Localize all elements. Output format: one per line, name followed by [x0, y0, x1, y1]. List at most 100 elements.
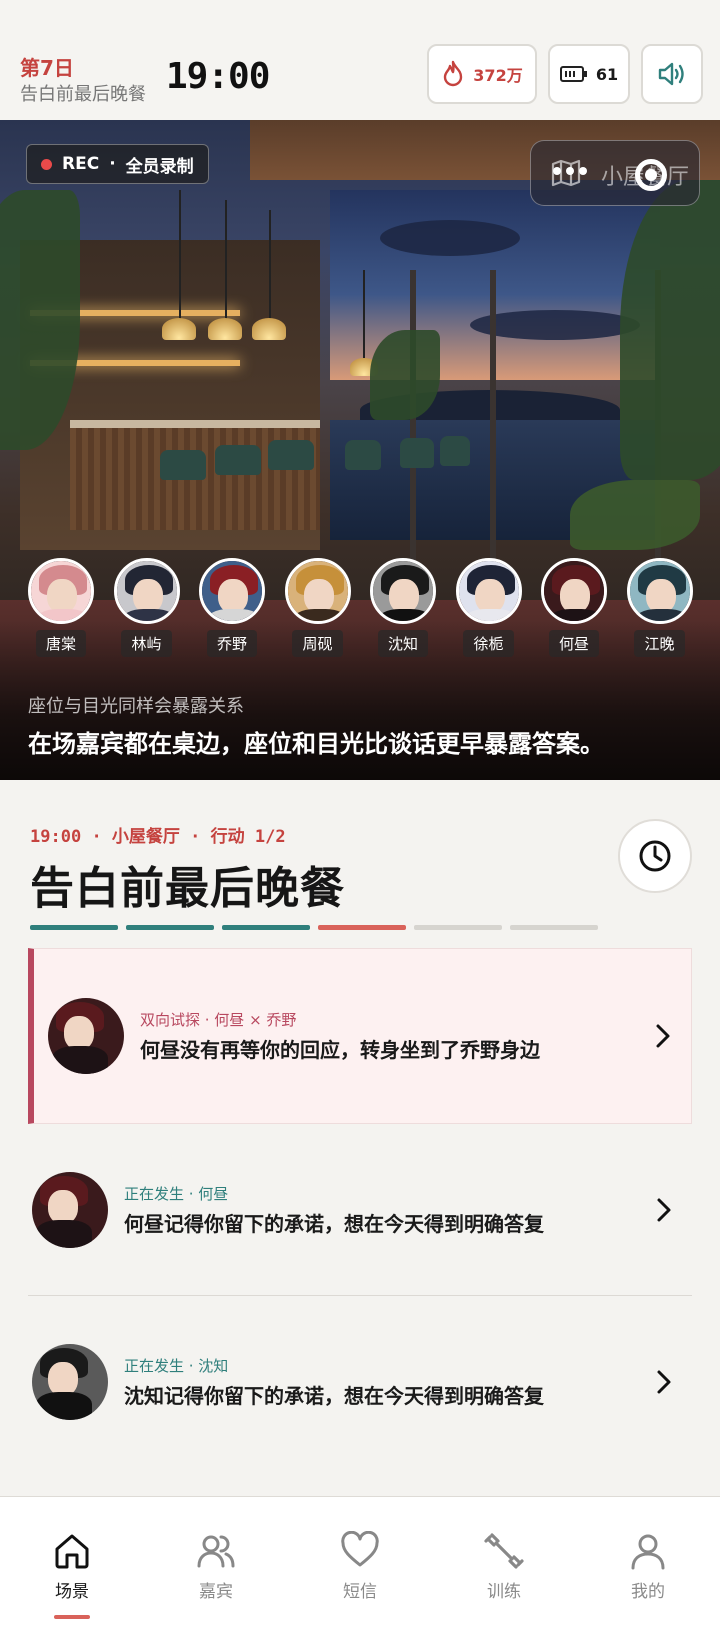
guest-name: 唐棠 — [35, 630, 86, 657]
progress-segment — [222, 925, 310, 930]
guest-avatar[interactable]: 林屿 — [112, 558, 182, 657]
progress-segment — [318, 925, 406, 930]
avatar — [199, 558, 265, 624]
nav-tab-guests[interactable]: 嘉宾 — [144, 1497, 288, 1629]
event-description: 沈知记得你留下的承诺，想在今天得到明确答复 — [124, 1384, 544, 1408]
avatar-face — [48, 1362, 78, 1396]
guest-avatar[interactable]: 江晚 — [625, 558, 695, 657]
event-description: 何昼没有再等你的回应，转身坐到了乔野身边 — [140, 1038, 540, 1062]
guest-avatar[interactable]: 乔野 — [197, 558, 267, 657]
avatar-body — [36, 1219, 92, 1248]
avatar-face — [474, 579, 505, 613]
progress-segment — [30, 925, 118, 930]
pendant-lamp — [252, 318, 286, 340]
avatar-body — [36, 1392, 92, 1420]
event-text: 双向试探 · 何昼 × 乔野 何昼没有再等你的回应，转身坐到了乔野身边 — [140, 1009, 643, 1063]
avatar — [32, 1171, 108, 1248]
clock-icon — [639, 840, 671, 872]
avatar — [32, 1344, 108, 1420]
avatar-face — [560, 579, 590, 613]
sound-toggle[interactable] — [641, 44, 703, 104]
battery-value: 61 — [595, 64, 619, 84]
user-icon — [631, 1534, 665, 1570]
chevron-right-icon — [643, 1016, 683, 1056]
avatar — [541, 558, 607, 624]
dumbbell-icon — [484, 1533, 524, 1569]
guest-avatar[interactable]: 周砚 — [283, 558, 353, 657]
scene-time: 19:00 — [30, 827, 82, 847]
nav-label: 短信 — [343, 1582, 377, 1602]
avatar — [48, 998, 124, 1074]
action-progress-bar — [30, 925, 598, 930]
avatar-body — [35, 609, 91, 621]
nav-tab-profile[interactable]: 我的 — [576, 1497, 720, 1629]
avatar-face — [303, 579, 334, 613]
nav-label: 我的 — [631, 1582, 665, 1602]
scene-hero: REC · 全员录制 小屋餐厅 唐棠 林屿 乔野 周砚 沈知 徐栀 何昼 江晚 座位与目光同样… — [0, 120, 720, 780]
dining-chair — [400, 438, 434, 468]
avatar-face — [645, 579, 676, 613]
plant — [570, 480, 700, 550]
pendant-lamp — [208, 318, 242, 340]
avatar-face — [47, 579, 77, 613]
more-dots-icon — [553, 167, 587, 175]
battery-button[interactable]: 61 — [548, 44, 630, 104]
guest-avatar[interactable]: 唐棠 — [26, 558, 96, 657]
bar-stool — [215, 445, 261, 475]
event-description: 何昼记得你留下的承诺，想在今天得到明确答复 — [124, 1211, 544, 1236]
rec-separator: · — [109, 154, 116, 174]
avatar-body — [120, 609, 177, 621]
event-tag: 正在发生 · 沈知 — [124, 1357, 229, 1375]
lamp-cord — [363, 270, 365, 360]
rec-label: REC — [62, 154, 100, 174]
active-tab-indicator — [54, 1615, 90, 1619]
pendant-lamp — [162, 318, 196, 340]
avatar-body — [633, 609, 690, 621]
avatar — [370, 558, 436, 624]
battery-icon — [559, 66, 587, 82]
scene-caption: 在场嘉宾都在桌边，座位和目光比谈话更早暴露答案。 — [28, 730, 604, 758]
avatar — [626, 558, 693, 624]
cloud — [380, 220, 520, 256]
nav-tab-messages[interactable]: 短信 — [288, 1497, 432, 1629]
guest-name: 何昼 — [548, 630, 599, 657]
event-row[interactable]: 正在发生 · 何昼 何昼记得你留下的承诺，想在今天得到明确答复 — [28, 1124, 692, 1296]
rec-mode: 全员录制 — [125, 156, 194, 177]
progress-segment — [126, 925, 214, 930]
nav-tab-training[interactable]: 训练 — [432, 1497, 576, 1629]
meta-separator: · — [190, 827, 211, 847]
bar-stool — [268, 440, 314, 470]
heart-icon — [341, 1531, 379, 1567]
chevron-right-icon — [644, 1190, 684, 1230]
avatar-face — [64, 1016, 94, 1050]
history-button[interactable] — [618, 819, 692, 893]
event-card-highlighted[interactable]: 双向试探 · 何昼 × 乔野 何昼没有再等你的回应，转身坐到了乔野身边 — [28, 948, 692, 1124]
nav-label: 场景 — [55, 1582, 89, 1602]
avatar-face — [218, 579, 248, 613]
avatar-body — [291, 609, 348, 621]
event-tag: 双向试探 · 何昼 × 乔野 — [140, 1011, 297, 1029]
dining-chair — [440, 436, 470, 466]
guest-avatar[interactable]: 徐栀 — [454, 558, 524, 657]
flame-icon — [444, 60, 463, 87]
avatar-body — [548, 609, 604, 621]
location-map-button[interactable]: 小屋餐厅 — [530, 140, 700, 206]
speaker-icon — [658, 62, 684, 86]
bar-stool — [160, 450, 206, 480]
dining-chair — [345, 440, 381, 470]
event-row[interactable]: 正在发生 · 沈知 沈知记得你留下的承诺，想在今天得到明确答复 — [28, 1296, 692, 1468]
avatar-body — [206, 609, 262, 621]
avatar-face — [389, 579, 419, 613]
avatar-body — [462, 609, 519, 621]
avatar — [28, 558, 94, 624]
event-tag: 正在发生 · 何昼 — [124, 1184, 229, 1203]
guest-avatar[interactable]: 何昼 — [539, 558, 609, 657]
guest-avatar[interactable]: 沈知 — [368, 558, 438, 657]
avatar-body — [52, 1046, 108, 1074]
event-text: 正在发生 · 沈知 沈知记得你留下的承诺，想在今天得到明确答复 — [124, 1355, 644, 1409]
nav-tab-scene[interactable]: 场景 — [0, 1497, 144, 1629]
plant — [370, 330, 440, 420]
page-title: 告白前最后晚餐 — [30, 863, 345, 914]
avatar-face — [132, 579, 163, 613]
heat-button[interactable]: 372万 — [427, 44, 537, 104]
